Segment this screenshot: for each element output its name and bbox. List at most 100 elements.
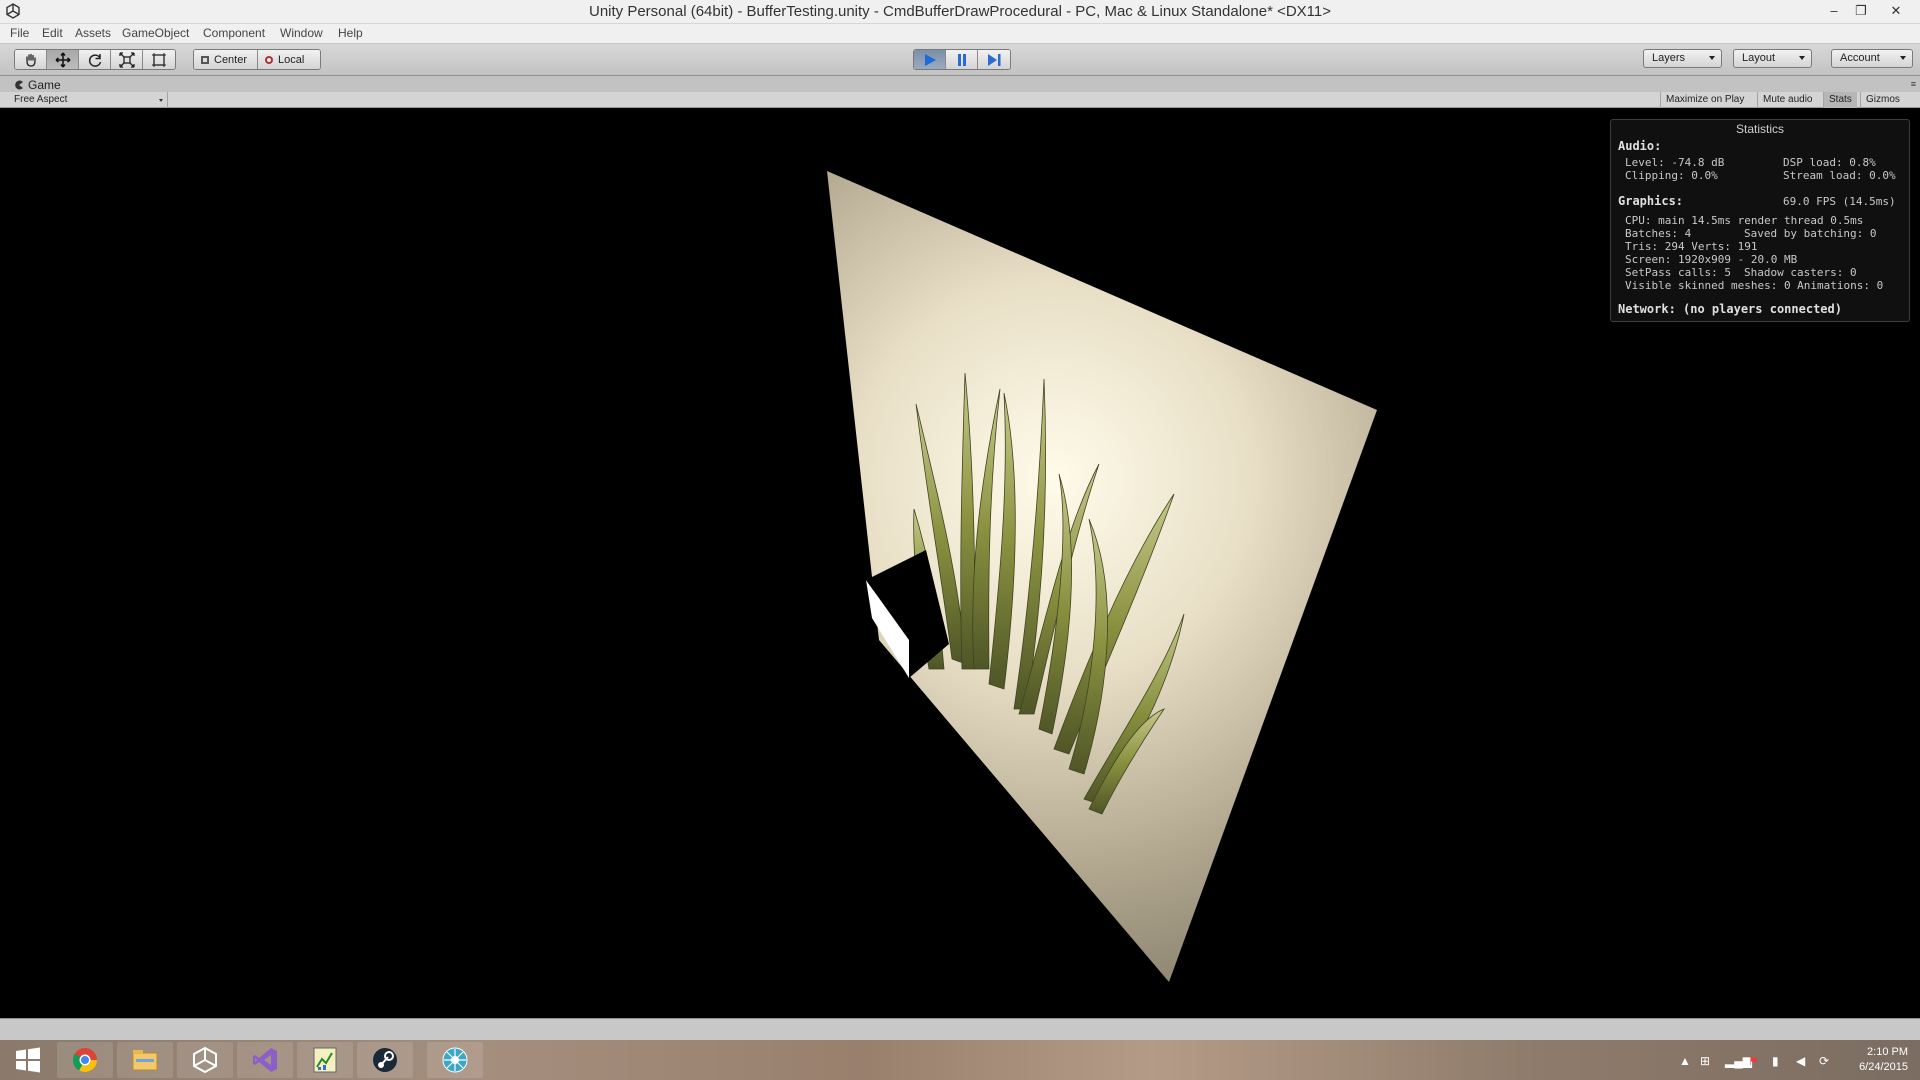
restore-button[interactable]: ❐ xyxy=(1850,2,1872,20)
stats-batches: Batches: 4 xyxy=(1625,227,1692,240)
play-button[interactable] xyxy=(914,50,946,69)
tray-battery-icon[interactable]: ▮ xyxy=(1772,1054,1779,1068)
clock-date: 6/24/2015 xyxy=(1859,1061,1908,1073)
chevron-down-icon xyxy=(1900,56,1906,60)
layout-label: Layout xyxy=(1742,52,1776,64)
hand-icon xyxy=(25,53,36,67)
stats-toggle[interactable]: Stats xyxy=(1823,92,1857,108)
stats-stream-load: Stream load: 0.0% xyxy=(1783,169,1896,182)
menu-edit[interactable]: Edit xyxy=(42,26,63,40)
tray-flag-icon[interactable]: ⚑ xyxy=(1748,1054,1759,1068)
pacman-icon xyxy=(15,80,23,89)
tray-sync-icon[interactable]: ⟳ xyxy=(1819,1054,1829,1068)
chevron-down-icon xyxy=(1799,56,1805,60)
steam-icon xyxy=(373,1048,397,1072)
menu-assets[interactable]: Assets xyxy=(75,26,111,40)
tab-game[interactable]: Game xyxy=(6,76,69,92)
stats-level: Level: -74.8 dB xyxy=(1625,156,1725,169)
step-icon xyxy=(988,53,1001,66)
stats-shadow-casters: Shadow casters: 0 xyxy=(1744,266,1857,279)
stats-clipping: Clipping: 0.0% xyxy=(1625,169,1718,182)
pivot-icon xyxy=(201,55,209,64)
game-view-toolbar: Free Aspect Maximize on Play Mute audio … xyxy=(0,92,1920,108)
pivot-center-button[interactable]: Center xyxy=(194,50,258,69)
stats-dsp-load: DSP load: 0.8% xyxy=(1783,156,1876,169)
stats-fps: 69.0 FPS (14.5ms) xyxy=(1783,195,1896,208)
account-label: Account xyxy=(1840,52,1880,64)
menu-component[interactable]: Component xyxy=(203,26,265,40)
stats-setpass: SetPass calls: 5 xyxy=(1625,266,1731,279)
file-explorer-icon xyxy=(132,1050,158,1071)
play-controls xyxy=(913,49,1011,70)
layers-dropdown[interactable]: Layers xyxy=(1643,49,1722,68)
move-icon xyxy=(55,52,70,67)
maximize-on-play-toggle[interactable]: Maximize on Play xyxy=(1660,92,1749,108)
tab-menu-icon[interactable]: ≡ xyxy=(1911,79,1916,89)
scale-icon xyxy=(118,51,135,68)
game-tab-bar: Game ≡ xyxy=(0,76,1920,92)
pause-icon xyxy=(957,53,966,66)
main-toolbar: Center Local Layers Layout Account xyxy=(0,44,1920,76)
pause-button[interactable] xyxy=(946,50,978,69)
menu-help[interactable]: Help xyxy=(338,26,363,40)
rotate-tool-button[interactable] xyxy=(79,50,111,69)
stats-audio-header: Audio: xyxy=(1618,139,1662,153)
stats-cpu: CPU: main 14.5ms render thread 0.5ms xyxy=(1625,214,1864,227)
transform-tools xyxy=(14,49,176,70)
rotate-icon xyxy=(88,53,101,67)
hand-tool-button[interactable] xyxy=(15,50,47,69)
chrome-icon xyxy=(72,1048,97,1073)
taskbar-chrome[interactable] xyxy=(57,1042,113,1078)
mute-audio-toggle[interactable]: Mute audio xyxy=(1757,92,1817,108)
tray-expand-icon[interactable]: ▲ xyxy=(1679,1054,1691,1068)
menu-file[interactable]: File xyxy=(10,26,29,40)
taskbar-network-app[interactable] xyxy=(427,1042,483,1078)
tray-volume-icon[interactable]: ◀ xyxy=(1796,1054,1805,1068)
tab-game-label: Game xyxy=(28,77,61,92)
rect-icon xyxy=(152,52,166,67)
gizmos-dropdown[interactable]: Gizmos xyxy=(1860,92,1905,108)
title-bar: Unity Personal (64bit) - BufferTesting.u… xyxy=(0,0,1920,24)
aspect-dropdown[interactable]: Free Aspect xyxy=(6,92,168,108)
taskbar-visual-studio[interactable] xyxy=(237,1042,293,1078)
taskbar-unity[interactable] xyxy=(177,1042,233,1078)
tray-windows-icon[interactable]: ⊞ xyxy=(1700,1054,1710,1068)
play-icon xyxy=(924,53,936,66)
minimize-button[interactable]: – xyxy=(1823,2,1845,20)
taskbar-chart-app[interactable] xyxy=(297,1042,353,1078)
visual-studio-icon xyxy=(253,1048,277,1072)
stats-tris-verts: Tris: 294 Verts: 191 xyxy=(1625,240,1758,253)
taskbar-clock[interactable]: 2:10 PM 6/24/2015 xyxy=(1859,1045,1908,1075)
scale-tool-button[interactable] xyxy=(111,50,143,69)
taskbar-steam[interactable] xyxy=(357,1042,413,1078)
stats-network: Network: (no players connected) xyxy=(1618,302,1842,316)
stats-screen: Screen: 1920x909 - 20.0 MB xyxy=(1625,253,1798,266)
menu-bar: File Edit Assets GameObject Component Wi… xyxy=(0,24,1920,44)
menu-gameobject[interactable]: GameObject xyxy=(122,26,189,40)
aspect-label: Free Aspect xyxy=(14,94,68,105)
taskbar-file-explorer[interactable] xyxy=(117,1042,173,1078)
pivot-center-label: Center xyxy=(214,53,248,66)
move-tool-button[interactable] xyxy=(47,50,79,69)
close-button[interactable]: ✕ xyxy=(1885,2,1907,20)
stats-title: Statistics xyxy=(1735,122,1784,136)
account-dropdown[interactable]: Account xyxy=(1831,49,1913,68)
editor-status-bar xyxy=(0,1018,1920,1040)
rect-tool-button[interactable] xyxy=(143,50,175,69)
clock-time: 2:10 PM xyxy=(1867,1046,1908,1058)
chevron-down-icon xyxy=(159,99,163,102)
unity-icon xyxy=(193,1046,217,1074)
pivot-local-button[interactable]: Local xyxy=(258,50,320,69)
step-button[interactable] xyxy=(978,50,1010,69)
layout-dropdown[interactable]: Layout xyxy=(1733,49,1812,68)
stats-saved-batching: Saved by batching: 0 xyxy=(1744,227,1877,240)
start-button[interactable] xyxy=(0,1042,56,1078)
windows-taskbar: ▲ ⊞ ▂▄▆ ⚑ ▮ ◀ ⟳ 2:10 PM 6/24/2015 xyxy=(0,1040,1920,1080)
layers-label: Layers xyxy=(1652,52,1686,64)
windows-start-icon xyxy=(16,1047,40,1073)
menu-window[interactable]: Window xyxy=(280,26,323,40)
window-title: Unity Personal (64bit) - BufferTesting.u… xyxy=(588,3,1332,20)
pivot-local-label: Local xyxy=(278,53,305,66)
unity-editor-window: Unity Personal (64bit) - BufferTesting.u… xyxy=(0,0,1920,1080)
local-icon xyxy=(265,55,273,64)
